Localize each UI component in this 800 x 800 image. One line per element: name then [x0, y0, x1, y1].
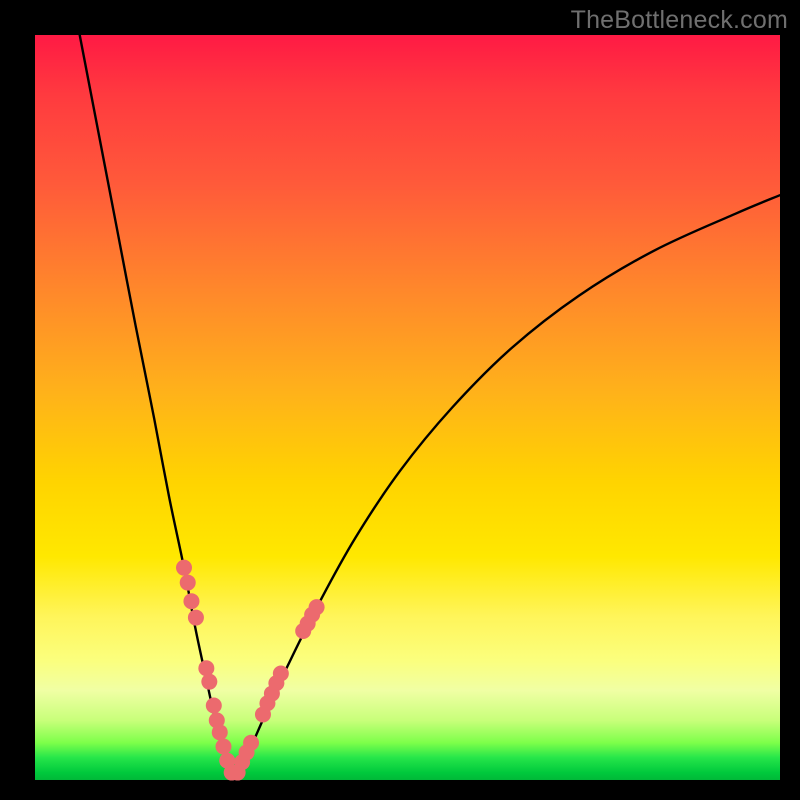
data-point	[176, 560, 192, 576]
curve-right	[233, 195, 780, 780]
chart-frame: TheBottleneck.com	[0, 0, 800, 800]
data-point	[243, 735, 259, 751]
curve-group	[80, 35, 780, 780]
data-point	[206, 698, 222, 714]
chart-svg	[35, 35, 780, 780]
data-point	[201, 674, 217, 690]
data-point	[198, 660, 214, 676]
data-point	[183, 593, 199, 609]
data-point	[273, 665, 289, 681]
scatter-group	[176, 560, 325, 781]
data-point	[215, 738, 231, 754]
data-point	[212, 724, 228, 740]
data-point	[180, 575, 196, 591]
data-point	[188, 610, 204, 626]
data-point	[309, 599, 325, 615]
watermark-text: TheBottleneck.com	[571, 6, 788, 35]
